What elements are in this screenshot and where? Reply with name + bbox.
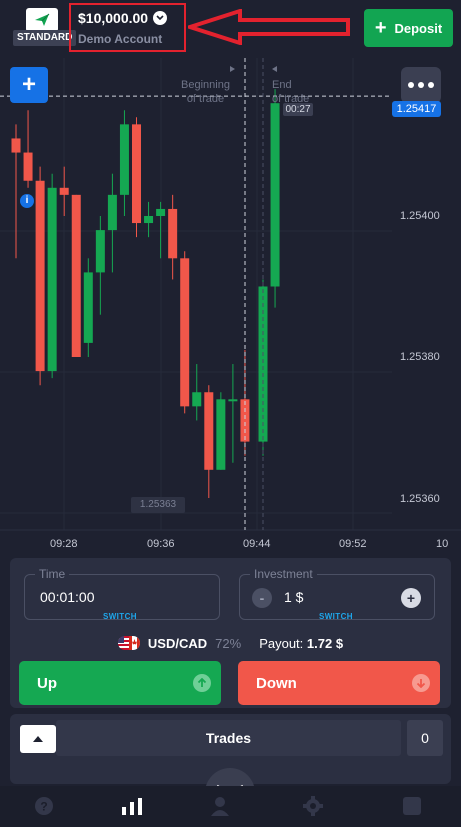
more-options-button[interactable]: [401, 67, 441, 103]
beginning-marker-arrow-icon: [230, 66, 235, 72]
candle-body: [119, 124, 129, 195]
candle-body: [192, 392, 202, 407]
user-icon[interactable]: [209, 796, 231, 816]
annotation-arrow-icon: [188, 9, 350, 45]
end-marker-arrow-icon: [272, 66, 277, 72]
low-price-tag: 1.25363: [131, 497, 185, 513]
up-label: Up: [37, 674, 57, 692]
price-chart[interactable]: + i Beginning of trade End of trade 00:2…: [0, 58, 461, 556]
candle-body: [35, 180, 45, 372]
arrow-up-icon: [193, 674, 211, 692]
time-value[interactable]: 00:01:00: [40, 589, 95, 605]
triangle-up-icon: [33, 736, 43, 742]
investment-field-label: Investment: [250, 567, 317, 581]
candle-body: [270, 103, 280, 287]
time-field-label: Time: [35, 567, 70, 581]
candle-body: [11, 138, 21, 153]
time-axis-label: 09:52: [339, 538, 367, 550]
usd-cad-flag-icon: [117, 636, 140, 650]
investment-value[interactable]: 1 $: [284, 589, 303, 605]
asset-pair-name[interactable]: USD/CAD: [148, 636, 207, 651]
candle-body: [107, 194, 117, 231]
beginning-label-line1: Beginning: [181, 79, 230, 91]
candle-body: [168, 208, 178, 259]
current-price-tag: 1.25417: [392, 101, 441, 117]
candle-body: [216, 399, 226, 470]
candle-body: [83, 272, 93, 343]
beginning-of-trade-label: Beginning of trade: [181, 78, 230, 106]
asset-row[interactable]: USD/CAD 72% Payout: 1.72 $: [10, 634, 451, 652]
info-icon[interactable]: i: [20, 194, 34, 208]
price-axis-label: 1.25360: [400, 493, 440, 505]
deposit-label: Deposit: [394, 20, 443, 36]
minus-button[interactable]: -: [252, 588, 272, 608]
trade-panel: Time 00:01:00 SWITCH Investment - 1 $ + …: [10, 558, 451, 708]
end-of-trade-label: End of trade: [272, 78, 309, 106]
paper-plane-icon[interactable]: [26, 8, 58, 32]
arrow-down-icon: [412, 674, 430, 692]
bottom-navigation: ?: [0, 786, 461, 827]
payout-label: Payout:: [259, 635, 304, 651]
end-label-line1: End: [272, 79, 292, 91]
time-switch-button[interactable]: SWITCH: [103, 612, 137, 621]
account-tier-badge: STANDARD: [13, 30, 77, 46]
chart-bars-icon[interactable]: [121, 796, 143, 816]
time-axis-label: 09:28: [50, 538, 78, 550]
payout-info: Payout: 1.72 $: [259, 636, 343, 651]
investment-switch-button[interactable]: SWITCH: [319, 612, 353, 621]
dot-icon: [428, 82, 434, 88]
deposit-button[interactable]: + Deposit: [364, 9, 453, 47]
candle-body: [59, 187, 69, 195]
beginning-label-line2: of trade: [186, 93, 225, 105]
candle-body: [47, 187, 57, 372]
price-axis-label: 1.25380: [400, 351, 440, 363]
payout-value: 1.72 $: [306, 635, 344, 651]
candle-body: [95, 230, 105, 273]
account-balance[interactable]: $10,000.00: [78, 10, 148, 26]
candle-body: [71, 194, 81, 357]
square-icon[interactable]: [401, 796, 423, 816]
plus-button[interactable]: +: [401, 588, 421, 608]
account-type-label[interactable]: Demo Account: [78, 32, 162, 46]
dot-icon: [418, 82, 424, 88]
chevron-down-icon[interactable]: [153, 11, 167, 25]
add-indicator-button[interactable]: +: [10, 67, 48, 103]
time-axis-label: 09:44: [243, 538, 271, 550]
expiry-timer: 00:27: [283, 103, 313, 116]
expand-trades-button[interactable]: [20, 725, 56, 753]
trades-count: 0: [407, 720, 443, 756]
candle-body: [180, 258, 190, 407]
down-button[interactable]: Down: [238, 661, 440, 705]
dot-icon: [408, 82, 414, 88]
up-button[interactable]: Up: [19, 661, 221, 705]
candle-body: [228, 399, 238, 402]
svg-text:?: ?: [40, 800, 47, 814]
candle-body: [144, 216, 154, 224]
time-axis-label: 10: [436, 538, 449, 550]
candle-body: [240, 399, 250, 442]
candle-body: [132, 124, 141, 224]
plus-icon: +: [374, 17, 387, 39]
candlestick-chart: [0, 58, 461, 531]
candle-body: [23, 152, 33, 181]
asset-payout-percent: 72%: [215, 635, 242, 651]
down-label: Down: [256, 674, 297, 692]
trades-title[interactable]: Trades: [56, 720, 401, 756]
help-icon[interactable]: ?: [33, 796, 55, 816]
gear-icon[interactable]: [302, 796, 324, 816]
top-header: STANDARD $10,000.00 Demo Account + Depos…: [0, 0, 461, 58]
candle-body: [156, 208, 166, 216]
price-axis-label: 1.25400: [400, 210, 440, 222]
candle-body: [204, 392, 214, 470]
time-axis-label: 09:36: [147, 538, 175, 550]
